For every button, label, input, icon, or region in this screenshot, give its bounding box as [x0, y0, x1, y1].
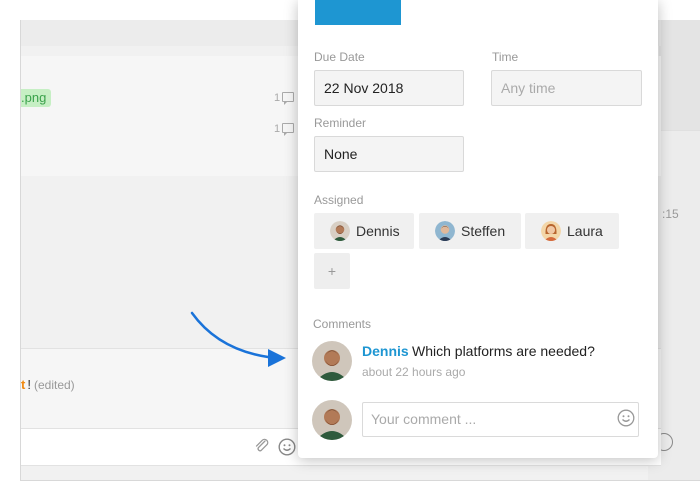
due-date-label: Due Date	[314, 50, 365, 64]
assignee-name: Laura	[567, 223, 603, 239]
comment-text: Which platforms are needed?	[412, 343, 595, 359]
comment-input[interactable]: Your comment ...	[362, 402, 639, 437]
avatar	[330, 221, 350, 241]
time-label: Time	[492, 50, 519, 64]
comment-author[interactable]: Dennis	[362, 343, 409, 359]
time-field[interactable]: Any time	[491, 70, 642, 106]
emoji-icon[interactable]	[617, 409, 635, 427]
add-assignee-button[interactable]: +	[314, 253, 350, 289]
assignee-chip-steffen[interactable]: Steffen	[419, 213, 521, 249]
avatar	[541, 221, 561, 241]
avatar-image	[312, 400, 352, 440]
assignee-name: Dennis	[356, 223, 400, 239]
assigned-label: Assigned	[314, 193, 364, 207]
avatar-image	[312, 341, 352, 381]
modal-header-button[interactable]	[315, 0, 401, 25]
reminder-label: Reminder	[314, 116, 367, 130]
avatar	[312, 400, 352, 440]
assignee-chip-laura[interactable]: Laura	[525, 213, 619, 249]
assignee-name: Steffen	[461, 223, 506, 239]
task-details-modal: Due Date 22 Nov 2018 Time Any time Remin…	[298, 0, 658, 458]
due-date-field[interactable]: 22 Nov 2018	[314, 70, 464, 106]
comment-timestamp: about 22 hours ago	[362, 365, 466, 379]
assignee-chip-dennis[interactable]: Dennis	[314, 213, 414, 249]
comments-label: Comments	[313, 317, 372, 331]
avatar[interactable]	[312, 341, 352, 381]
avatar	[435, 221, 455, 241]
reminder-field[interactable]: None	[314, 136, 464, 172]
